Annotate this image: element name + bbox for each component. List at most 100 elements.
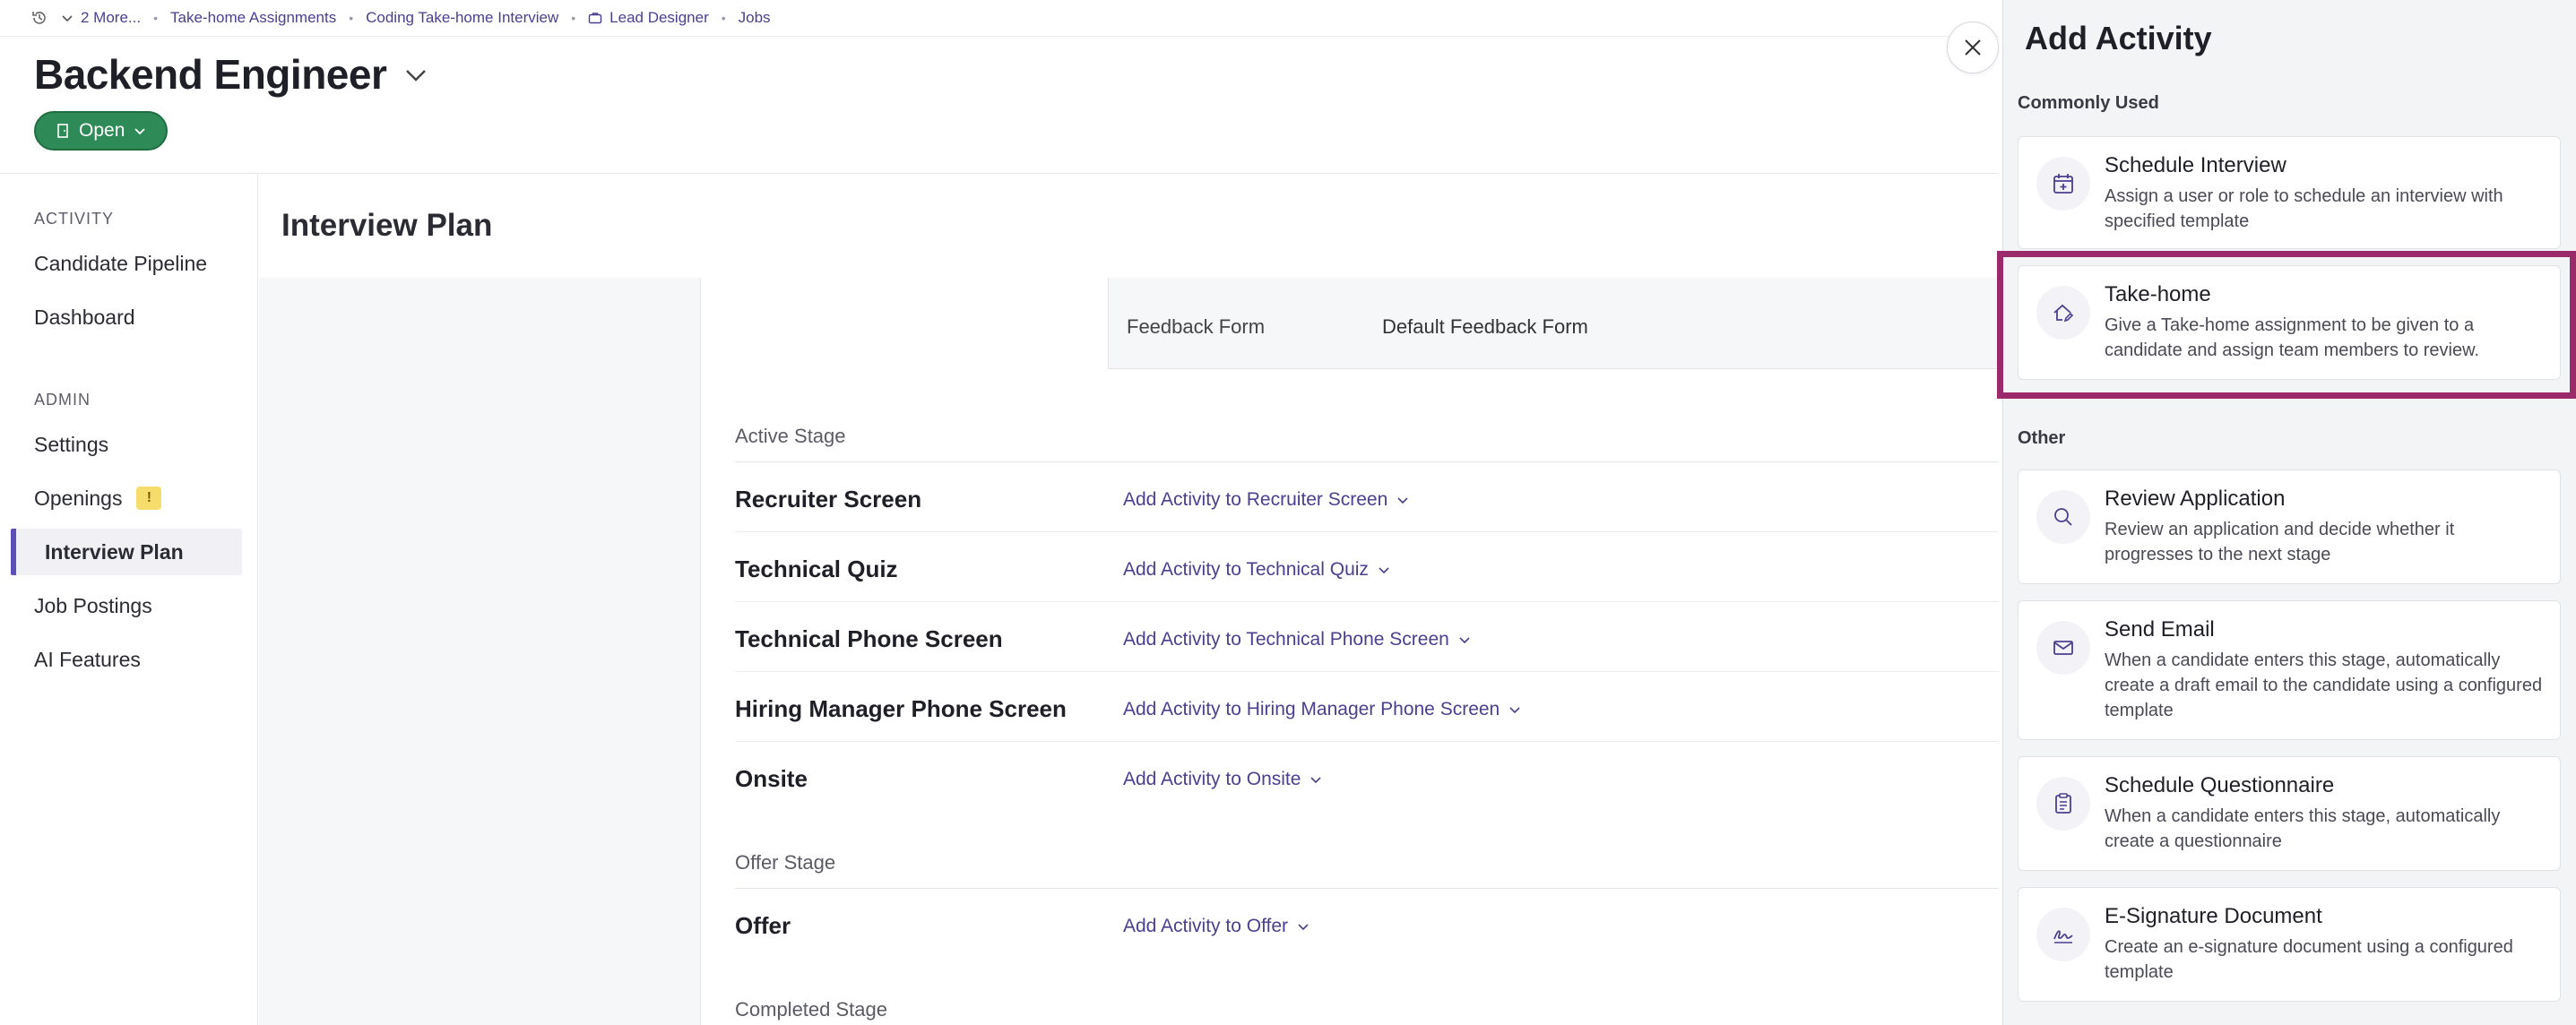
chevron-down-icon (1459, 637, 1470, 644)
breadcrumb-separator: • (153, 11, 158, 25)
breadcrumb-separator: • (721, 11, 726, 25)
sidebar: ACTIVITY Candidate Pipeline Dashboard AD… (0, 174, 258, 1025)
search-icon (2036, 490, 2090, 544)
breadcrumb-item-take-home-assignments[interactable]: Take-home Assignments (170, 9, 336, 27)
breadcrumb-more[interactable]: 2 More... (61, 9, 141, 27)
job-status-dropdown[interactable]: Open (34, 111, 169, 151)
active-stage-label: Active Stage (735, 425, 846, 447)
completed-stage-label: Completed Stage (735, 998, 887, 1021)
section-title: Interview Plan (281, 208, 493, 243)
history-icon[interactable] (30, 9, 48, 27)
stage-name: Offer (735, 912, 791, 939)
add-activity-dropdown[interactable]: Add Activity to Technical Phone Screen (1123, 629, 1471, 650)
activity-card-description: When a candidate enters this stage, auto… (2105, 650, 2543, 720)
activity-card-description: Review an application and decide whether… (2105, 520, 2455, 564)
activity-card-review-application[interactable]: Review Application Review an application… (2018, 469, 2561, 584)
stage-list-panel (259, 278, 701, 1025)
stage-row: Hiring Manager Phone Screen Add Activity… (735, 672, 1999, 742)
calendar-plus-icon (2036, 157, 2090, 211)
page-title: Backend Engineer (34, 51, 387, 98)
job-switcher-chevron-icon[interactable] (402, 61, 429, 88)
sidebar-item-dashboard[interactable]: Dashboard (0, 294, 135, 340)
sidebar-section-admin: ADMIN (34, 391, 91, 409)
add-activity-dropdown[interactable]: Add Activity to Offer (1123, 916, 1310, 937)
stage-row: Technical Phone Screen Add Activity to T… (735, 602, 1999, 672)
sidebar-item-candidate-pipeline[interactable]: Candidate Pipeline (0, 240, 207, 287)
chevron-down-icon (62, 15, 73, 22)
activity-card-e-signature[interactable]: E-Signature Document Create an e-signatu… (2018, 887, 2561, 1002)
add-activity-label: Add Activity to Technical Phone Screen (1123, 629, 1449, 650)
job-title-row: Backend Engineer (34, 50, 429, 99)
sidebar-item-label: Openings (34, 486, 123, 510)
close-icon (1965, 39, 1981, 56)
offer-stage-label: Offer Stage (735, 851, 836, 874)
breadcrumb-more-label: 2 More... (81, 9, 142, 26)
briefcase-icon (588, 13, 602, 24)
add-activity-label: Add Activity to Recruiter Screen (1123, 489, 1388, 510)
activity-card-schedule-interview[interactable]: Schedule Interview Assign a user or role… (2018, 136, 2561, 249)
door-icon (57, 124, 68, 138)
selection-highlight (1997, 251, 2576, 399)
other-heading: Other (2018, 428, 2066, 448)
add-activity-label: Add Activity to Onsite (1123, 769, 1301, 789)
feedback-form-value: Default Feedback Form (1382, 315, 1588, 338)
sidebar-item-interview-plan[interactable]: Interview Plan (11, 529, 242, 575)
breadcrumb-item-lead-designer[interactable]: Lead Designer (588, 9, 709, 27)
activity-card-title: Send Email (2105, 617, 2215, 642)
stage-name: Hiring Manager Phone Screen (735, 695, 1067, 722)
breadcrumb: 2 More... • Take-home Assignments • Codi… (0, 0, 1999, 36)
breadcrumb-item-label: Lead Designer (609, 9, 709, 26)
sidebar-item-openings[interactable]: Openings ! (0, 475, 162, 521)
activity-card-title: Schedule Interview (2105, 153, 2286, 177)
chevron-down-icon (134, 128, 146, 135)
chevron-down-icon (1379, 567, 1389, 574)
warning-badge: ! (136, 487, 162, 510)
stage-row: Onsite Add Activity to Onsite (735, 742, 1999, 812)
activity-card-title: Review Application (2105, 487, 2286, 511)
mail-icon (2036, 621, 2090, 675)
activity-card-send-email[interactable]: Send Email When a candidate enters this … (2018, 600, 2561, 740)
activity-card-title: Schedule Questionnaire (2105, 773, 2335, 797)
activity-card-description: Create an e-signature document using a c… (2105, 937, 2513, 982)
add-activity-label: Add Activity to Hiring Manager Phone Scr… (1123, 699, 1500, 719)
divider (0, 36, 1999, 37)
signature-icon (2036, 908, 2090, 961)
sidebar-item-ai-features[interactable]: AI Features (0, 636, 141, 683)
add-activity-dropdown[interactable]: Add Activity to Onsite (1123, 769, 1322, 790)
chevron-down-icon (1298, 924, 1309, 931)
activity-card-schedule-questionnaire[interactable]: Schedule Questionnaire When a candidate … (2018, 756, 2561, 871)
stage-row: Recruiter Screen Add Activity to Recruit… (735, 462, 1999, 532)
feedback-form-label: Feedback Form (1127, 315, 1266, 338)
add-activity-drawer: Add Activity Commonly Used Schedule Inte… (2002, 0, 2576, 1025)
commonly-used-heading: Commonly Used (2018, 93, 2159, 113)
add-activity-dropdown[interactable]: Add Activity to Hiring Manager Phone Scr… (1123, 699, 1521, 720)
stage-name: Onsite (735, 765, 808, 792)
breadcrumb-item-coding-take-home[interactable]: Coding Take-home Interview (366, 9, 558, 27)
stage-name: Technical Quiz (735, 556, 898, 582)
job-status-label: Open (79, 120, 125, 141)
divider (0, 173, 1999, 174)
breadcrumb-item-jobs[interactable]: Jobs (739, 9, 771, 27)
chevron-down-icon (1509, 707, 1520, 714)
close-drawer-button[interactable] (1947, 22, 1999, 73)
add-activity-label: Add Activity to Offer (1123, 916, 1289, 936)
feedback-form-setting: Feedback Form Default Feedback Form (1108, 278, 1999, 369)
sidebar-section-activity: ACTIVITY (34, 210, 115, 228)
breadcrumb-separator: • (571, 11, 576, 25)
activity-card-title: E-Signature Document (2105, 904, 2322, 928)
stage-name: Recruiter Screen (735, 486, 922, 512)
chevron-down-icon (1310, 777, 1322, 784)
clipboard-icon (2036, 777, 2090, 831)
add-activity-dropdown[interactable]: Add Activity to Recruiter Screen (1123, 489, 1409, 511)
chevron-down-icon (1397, 497, 1408, 504)
sidebar-item-job-postings[interactable]: Job Postings (0, 582, 152, 629)
stage-row: Offer Add Activity to Offer (735, 889, 1999, 959)
drawer-title: Add Activity (2025, 20, 2212, 56)
sidebar-item-settings[interactable]: Settings (0, 421, 108, 468)
stage-row: Technical Quiz Add Activity to Technical… (735, 532, 1999, 602)
add-activity-label: Add Activity to Technical Quiz (1123, 559, 1369, 580)
stage-name: Technical Phone Screen (735, 625, 1003, 652)
add-activity-dropdown[interactable]: Add Activity to Technical Quiz (1123, 559, 1390, 581)
breadcrumb-separator: • (349, 11, 354, 25)
activity-card-description: Assign a user or role to schedule an int… (2105, 186, 2503, 231)
